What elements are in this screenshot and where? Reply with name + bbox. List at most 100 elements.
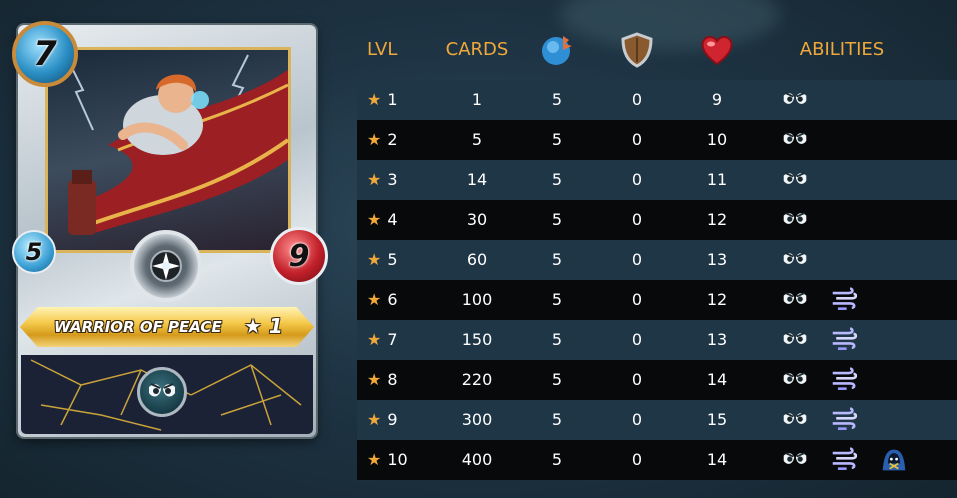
star-icon: ★ — [367, 370, 382, 389]
cell-lvl: ★ 3 — [367, 160, 427, 200]
cell-armor: 0 — [631, 290, 643, 309]
cell-lvl: ★ 1 — [367, 80, 427, 120]
true-strike-icon[interactable] — [782, 168, 808, 192]
cell-speed: 5 — [551, 290, 563, 309]
true-strike-icon — [137, 367, 187, 417]
table-row: ★ 5 60 5 0 13 — [357, 240, 957, 280]
table-row: ★ 3 14 5 0 11 — [357, 160, 957, 200]
cell-armor: 0 — [631, 130, 643, 149]
cell-cards: 60 — [466, 250, 488, 269]
cell-cards: 220 — [461, 370, 493, 389]
cell-lvl: ★ 8 — [367, 360, 427, 400]
cell-lvl: ★ 6 — [367, 280, 427, 320]
cell-armor: 0 — [631, 450, 643, 469]
cell-speed: 5 — [551, 410, 563, 429]
mana-cost: 7 — [12, 21, 78, 87]
star-icon: ★ — [367, 130, 382, 149]
star-icon: ★ — [367, 290, 382, 309]
cell-health: 9 — [711, 90, 723, 109]
cell-armor: 0 — [631, 170, 643, 189]
cell-speed: 5 — [551, 370, 563, 389]
armor-icon — [617, 32, 657, 68]
cell-cards: 30 — [466, 210, 488, 229]
cell-lvl: ★ 5 — [367, 240, 427, 280]
neutral-splinter-icon — [130, 230, 202, 302]
cell-lvl: ★ 10 — [367, 440, 427, 480]
header-cards: CARDS — [445, 39, 509, 60]
cell-health: 15 — [706, 410, 728, 429]
level-value: 4 — [387, 210, 398, 229]
level-stats-table: LVL CARDS ABILITIES ★ 1 1 5 0 9 ★ 2 5 5 0 10 ★ 3 14 5 0 1… — [357, 20, 957, 480]
cell-cards: 150 — [461, 330, 493, 349]
cell-cards: 5 — [471, 130, 483, 149]
cell-health: 10 — [706, 130, 728, 149]
level-value: 8 — [387, 370, 398, 389]
star-icon: ★ — [367, 410, 382, 429]
true-strike-icon[interactable] — [782, 288, 808, 312]
cell-lvl: ★ 9 — [367, 400, 427, 440]
star-icon: ★ — [367, 250, 382, 269]
table-row: ★ 1 1 5 0 9 — [357, 80, 957, 120]
cell-cards: 100 — [461, 290, 493, 309]
dodge-icon[interactable] — [831, 447, 857, 472]
true-strike-icon[interactable] — [782, 328, 808, 352]
table-row: ★ 4 30 5 0 12 — [357, 200, 957, 240]
star-icon: ★ — [367, 210, 382, 229]
level-value: 9 — [387, 410, 398, 429]
cell-cards: 14 — [466, 170, 488, 189]
health-icon — [697, 36, 737, 66]
true-strike-icon[interactable] — [782, 128, 808, 152]
cell-speed: 5 — [551, 450, 563, 469]
true-strike-icon[interactable] — [782, 448, 808, 472]
cell-speed: 5 — [551, 130, 563, 149]
card-speed: 5 — [12, 230, 56, 274]
true-strike-icon[interactable] — [782, 208, 808, 232]
level-value: 6 — [387, 290, 398, 309]
table-row: ★ 8 220 5 0 14 — [357, 360, 957, 400]
table-body: ★ 1 1 5 0 9 ★ 2 5 5 0 10 ★ 3 14 5 0 11 ★ 4 30 5 0 12 ★ 5 60 5 0 13 ★ 6 1… — [357, 80, 957, 480]
cell-lvl: ★ 4 — [367, 200, 427, 240]
cell-lvl: ★ 7 — [367, 320, 427, 360]
cloak-icon[interactable] — [881, 448, 907, 472]
cell-speed: 5 — [551, 90, 563, 109]
true-strike-icon[interactable] — [782, 88, 808, 112]
cell-cards: 300 — [461, 410, 493, 429]
speed-icon — [537, 36, 577, 65]
level-value: 5 — [387, 250, 398, 269]
cell-armor: 0 — [631, 330, 643, 349]
header-lvl: LVL — [367, 39, 398, 60]
table-row: ★ 9 300 5 0 15 — [357, 400, 957, 440]
monster-card[interactable]: 7 5 9 WARRIOR OF PEACE ★ 1 — [12, 21, 328, 437]
cell-cards: 1 — [471, 90, 483, 109]
true-strike-icon[interactable] — [782, 368, 808, 392]
card-health: 9 — [270, 227, 328, 285]
cell-armor: 0 — [631, 250, 643, 269]
cell-armor: 0 — [631, 410, 643, 429]
cell-speed: 5 — [551, 170, 563, 189]
level-value: 2 — [387, 130, 398, 149]
card-artwork — [45, 47, 291, 253]
cell-armor: 0 — [631, 210, 643, 229]
cell-speed: 5 — [551, 330, 563, 349]
dodge-icon[interactable] — [831, 287, 857, 312]
cell-health: 14 — [706, 370, 728, 389]
star-icon: ★ — [367, 90, 382, 109]
true-strike-icon[interactable] — [782, 248, 808, 272]
cell-health: 14 — [706, 450, 728, 469]
star-icon: ★ — [367, 170, 382, 189]
table-row: ★ 6 100 5 0 12 — [357, 280, 957, 320]
level-value: 10 — [387, 450, 408, 469]
dodge-icon[interactable] — [831, 367, 857, 392]
warrior-illustration — [67, 54, 288, 235]
header-abilities: ABILITIES — [799, 39, 885, 60]
cell-armor: 0 — [631, 90, 643, 109]
cell-health: 13 — [706, 250, 728, 269]
level-value: 7 — [387, 330, 398, 349]
cell-health: 12 — [706, 210, 728, 229]
dodge-icon[interactable] — [831, 327, 857, 352]
card-level: ★ 1 — [244, 314, 283, 338]
dodge-icon[interactable] — [831, 407, 857, 432]
star-icon: ★ — [367, 330, 382, 349]
true-strike-icon[interactable] — [782, 408, 808, 432]
table-row: ★ 2 5 5 0 10 — [357, 120, 957, 160]
